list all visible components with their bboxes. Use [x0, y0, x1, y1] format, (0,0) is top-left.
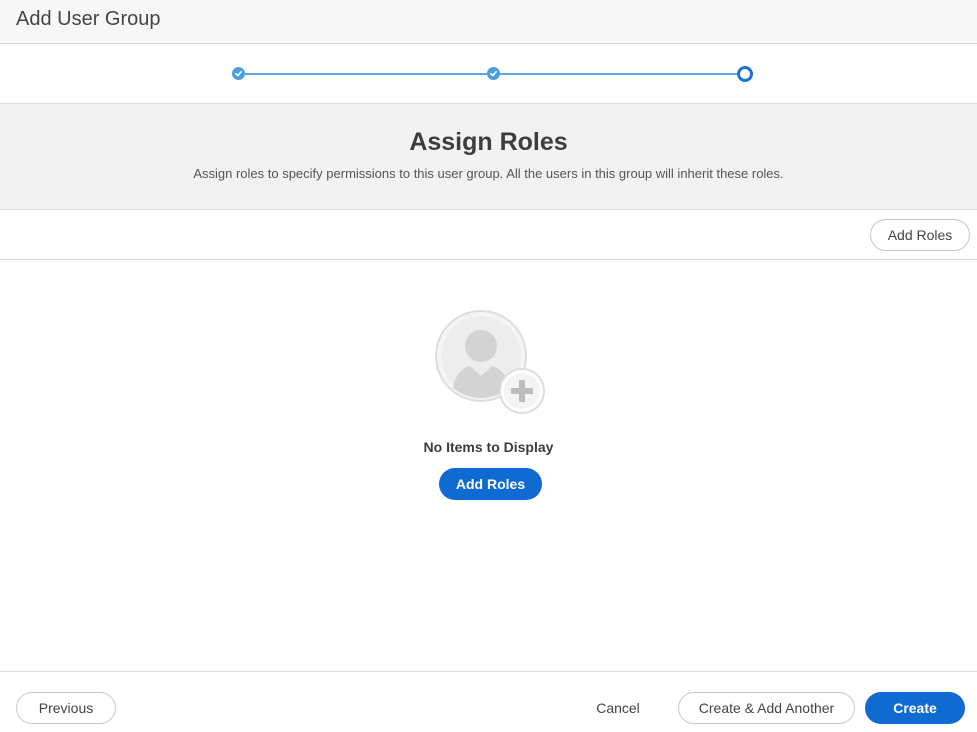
step-3-current: [737, 66, 753, 82]
wizard-stepper: [0, 44, 977, 104]
step-1-complete[interactable]: [232, 67, 245, 80]
add-roles-primary-button[interactable]: Add Roles: [439, 468, 542, 500]
dialog-header: Add User Group: [0, 0, 977, 44]
empty-state: No Items to Display Add Roles: [0, 260, 977, 671]
roles-toolbar: Add Roles: [0, 210, 977, 260]
create-and-add-another-button[interactable]: Create & Add Another: [678, 692, 855, 724]
previous-button[interactable]: Previous: [16, 692, 116, 724]
section-header: Assign Roles Assign roles to specify per…: [0, 104, 977, 210]
cancel-button[interactable]: Cancel: [583, 692, 653, 724]
user-add-icon: [435, 310, 545, 414]
stepper-connector-2: [500, 73, 737, 75]
check-icon: [489, 70, 498, 77]
add-user-group-dialog: Add User Group Assign Roles Assign roles…: [0, 0, 977, 732]
dialog-footer: Previous Cancel Create & Add Another Cre…: [0, 671, 977, 732]
create-button[interactable]: Create: [865, 692, 965, 724]
stepper-connector-1: [245, 73, 488, 75]
step-2-complete[interactable]: [487, 67, 500, 80]
empty-state-message: No Items to Display: [423, 439, 554, 455]
add-roles-button[interactable]: Add Roles: [870, 219, 970, 251]
dialog-title: Add User Group: [16, 8, 161, 30]
section-description: Assign roles to specify permissions to t…: [193, 166, 784, 181]
check-icon: [234, 70, 243, 77]
section-title: Assign Roles: [409, 128, 568, 156]
